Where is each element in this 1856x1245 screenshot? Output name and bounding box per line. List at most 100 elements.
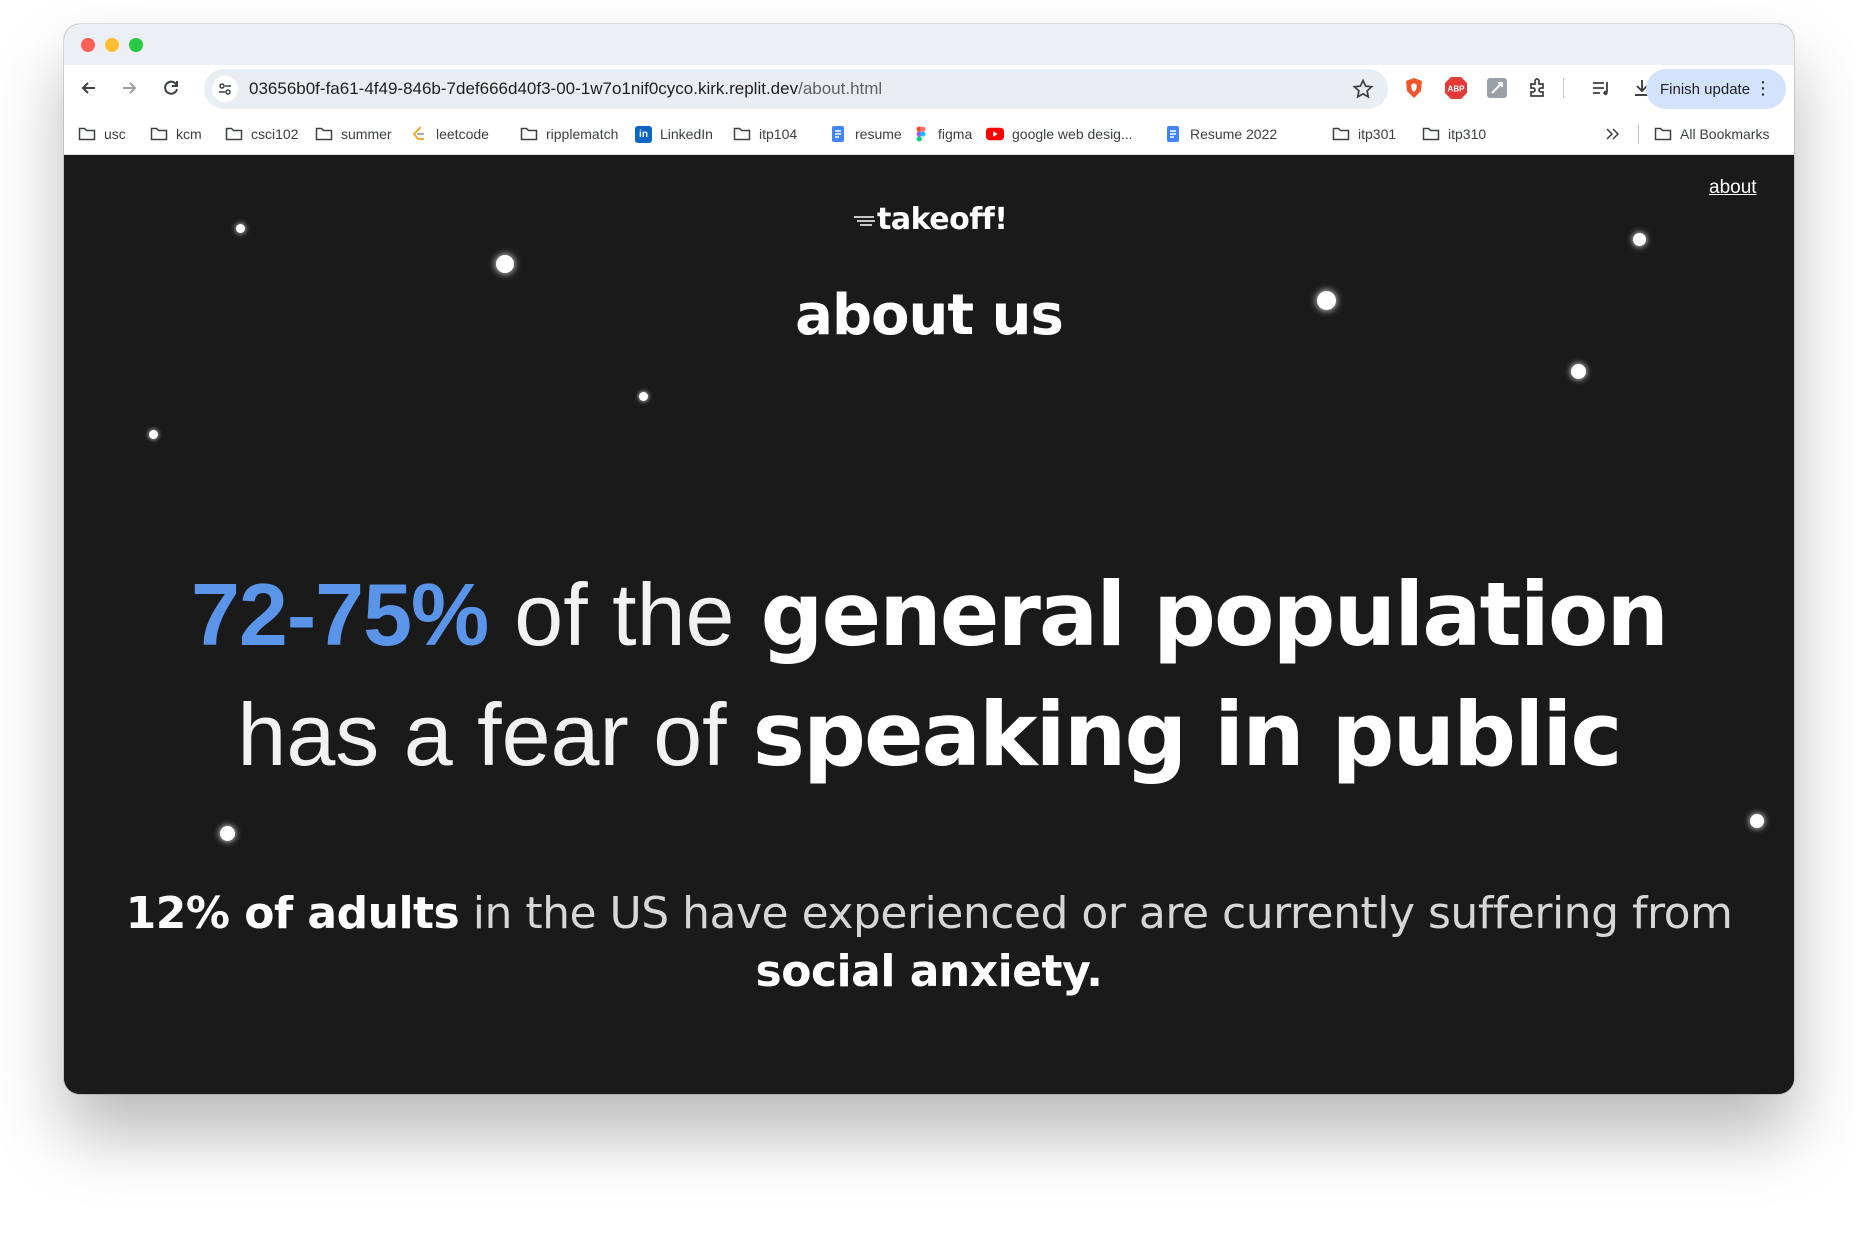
bookmark-label: google web desig... bbox=[1012, 126, 1133, 142]
bookmark-label: csci102 bbox=[251, 126, 299, 142]
browser-window: 03656b0f-fa61-4f49-846b-7def666d40f3-00-… bbox=[64, 24, 1794, 1094]
bookmark-label: summer bbox=[341, 126, 392, 142]
figma-icon bbox=[912, 126, 930, 142]
star-particle bbox=[1633, 233, 1646, 246]
speed-lines-icon bbox=[854, 215, 875, 226]
docs-icon bbox=[1164, 126, 1182, 142]
arrow-right-icon bbox=[123, 82, 137, 94]
headline-text-1: of the bbox=[514, 565, 735, 664]
address-bar[interactable]: 03656b0f-fa61-4f49-846b-7def666d40f3-00-… bbox=[204, 69, 1388, 109]
all-bookmarks-label: All Bookmarks bbox=[1680, 126, 1770, 142]
bookmark-label: ripplematch bbox=[546, 126, 619, 142]
bookmark-label: itp310 bbox=[1448, 126, 1487, 142]
headline-bold-1: general population bbox=[760, 563, 1669, 666]
linkedin-icon: in bbox=[635, 125, 652, 143]
bookmark-item[interactable]: kcm bbox=[150, 124, 202, 144]
folder-icon bbox=[150, 126, 168, 142]
all-bookmarks-folder[interactable]: All Bookmarks bbox=[1654, 124, 1769, 144]
folder-icon bbox=[225, 126, 243, 142]
nav-about-link[interactable]: about bbox=[1709, 177, 1757, 199]
star-particle bbox=[149, 430, 158, 439]
bookmark-item[interactable]: summer bbox=[315, 124, 392, 144]
reload-icon bbox=[164, 80, 178, 95]
bookmark-label: LinkedIn bbox=[660, 126, 713, 142]
site-settings-icon[interactable] bbox=[212, 76, 238, 102]
bookmark-label: usc bbox=[104, 126, 126, 142]
edit-extension-icon[interactable] bbox=[1485, 76, 1509, 100]
bookmark-star-icon[interactable] bbox=[1352, 78, 1374, 100]
reload-button[interactable] bbox=[156, 73, 186, 103]
bookmark-item[interactable]: resume bbox=[829, 124, 902, 144]
star-particle bbox=[639, 392, 648, 401]
docs-icon bbox=[829, 126, 847, 142]
bookmark-label: kcm bbox=[176, 126, 202, 142]
bookmark-item[interactable]: google web desig... bbox=[986, 124, 1133, 144]
arrow-left-icon bbox=[81, 82, 95, 94]
title-bar bbox=[64, 24, 1794, 65]
extensions-puzzle-icon[interactable] bbox=[1526, 76, 1550, 100]
more-menu-icon[interactable]: ⋮ bbox=[1754, 79, 1772, 97]
page-content: takeoff! about about us 72-75% of the ge… bbox=[64, 155, 1794, 1094]
bookmark-item[interactable]: in LinkedIn bbox=[635, 124, 713, 144]
bookmark-item[interactable]: itp301 bbox=[1332, 124, 1396, 144]
forward-button[interactable] bbox=[114, 73, 144, 103]
star-particle bbox=[496, 255, 514, 273]
folder-icon bbox=[1422, 126, 1440, 142]
headline-line-2: has a fear of speaking in public bbox=[64, 675, 1794, 795]
more-bookmarks-chevron-icon[interactable] bbox=[1603, 124, 1629, 144]
subtext-body: in the US have experienced or are curren… bbox=[472, 888, 1733, 939]
folder-icon bbox=[733, 126, 751, 142]
finish-update-button[interactable]: Finish update ⋮ bbox=[1646, 69, 1786, 109]
subtext: 12% of adults in the US have experienced… bbox=[64, 885, 1794, 1001]
leetcode-icon bbox=[410, 126, 428, 142]
page-title: about us bbox=[795, 283, 1064, 348]
url-host: 03656b0f-fa61-4f49-846b-7def666d40f3-00-… bbox=[249, 79, 799, 98]
brave-shield-extension-icon[interactable] bbox=[1402, 76, 1426, 100]
bookmark-label: leetcode bbox=[436, 126, 489, 142]
youtube-icon bbox=[986, 126, 1004, 142]
bookmark-item[interactable]: leetcode bbox=[410, 124, 489, 144]
svg-text:ABP: ABP bbox=[1448, 85, 1466, 94]
bookmark-label: figma bbox=[938, 126, 973, 142]
folder-icon bbox=[1654, 127, 1672, 141]
subtext-bold-1: 12% of adults bbox=[125, 888, 460, 939]
bookmark-item[interactable]: usc bbox=[78, 124, 126, 144]
bookmark-label: Resume 2022 bbox=[1190, 126, 1278, 142]
headline: 72-75% of the general population has a f… bbox=[64, 555, 1794, 795]
headline-stat: 72-75% bbox=[190, 565, 489, 664]
minimize-window-button[interactable] bbox=[105, 38, 119, 52]
bookmark-item[interactable]: Resume 2022 bbox=[1164, 124, 1277, 144]
bookmark-label: itp301 bbox=[1358, 126, 1397, 142]
url-path: /about.html bbox=[798, 79, 883, 98]
headline-text-2: has a fear of bbox=[237, 685, 727, 784]
star-particle bbox=[236, 224, 245, 233]
bookmark-item[interactable]: csci102 bbox=[225, 124, 298, 144]
bookmark-item[interactable]: itp310 bbox=[1422, 124, 1486, 144]
back-button[interactable] bbox=[74, 73, 104, 103]
star-particle bbox=[220, 826, 235, 841]
star-particle bbox=[1571, 364, 1586, 379]
bookmark-item[interactable]: itp104 bbox=[733, 124, 797, 144]
maximize-window-button[interactable] bbox=[129, 38, 143, 52]
star-particle bbox=[1750, 814, 1764, 828]
bookmark-item[interactable]: figma bbox=[912, 124, 972, 144]
bookmarks-divider bbox=[1638, 124, 1639, 144]
toolbar-divider bbox=[1561, 76, 1565, 100]
adblock-extension-icon[interactable]: ABP bbox=[1444, 76, 1468, 100]
bookmark-label: itp104 bbox=[759, 126, 798, 142]
logo-text: takeoff! bbox=[877, 202, 1008, 237]
close-window-button[interactable] bbox=[81, 38, 95, 52]
folder-icon bbox=[520, 126, 538, 142]
browser-toolbar: 03656b0f-fa61-4f49-846b-7def666d40f3-00-… bbox=[64, 65, 1794, 112]
media-controls-icon[interactable] bbox=[1589, 76, 1613, 100]
bookmark-label: resume bbox=[855, 126, 902, 142]
bookmark-item[interactable]: ripplematch bbox=[520, 124, 618, 144]
bookmarks-bar: All Bookmarks usc kcm csci102 summer leetcod… bbox=[64, 112, 1794, 155]
folder-icon bbox=[1332, 126, 1350, 142]
headline-bold-2: speaking in public bbox=[752, 683, 1623, 786]
finish-update-label: Finish update bbox=[1660, 80, 1751, 98]
url-text: 03656b0f-fa61-4f49-846b-7def666d40f3-00-… bbox=[249, 79, 882, 99]
site-logo[interactable]: takeoff! bbox=[854, 202, 1008, 237]
subtext-bold-2: social anxiety. bbox=[755, 946, 1103, 997]
folder-icon bbox=[78, 126, 96, 142]
